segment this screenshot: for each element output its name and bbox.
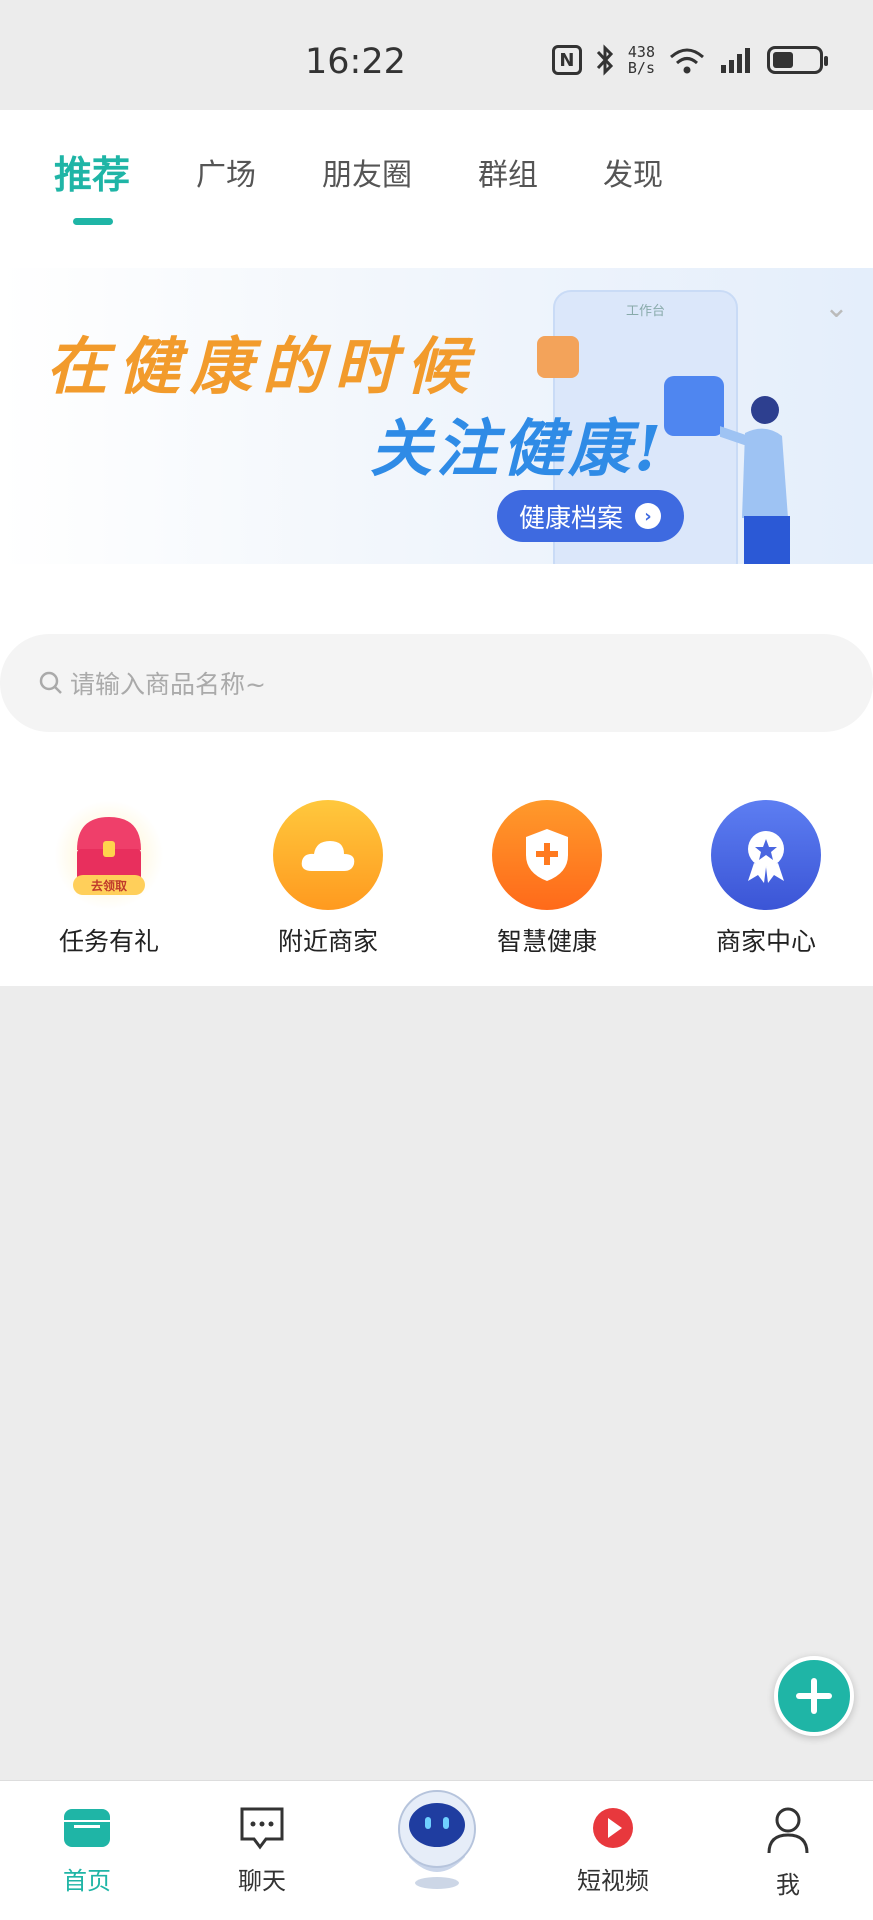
status-bar: 16:22 N 438 B/s bbox=[0, 0, 873, 110]
nfc-icon: N bbox=[551, 45, 582, 75]
chat-icon bbox=[240, 1807, 284, 1850]
quick-action-label: 智慧健康 bbox=[496, 927, 597, 956]
tab-groups[interactable]: 群组 bbox=[478, 150, 538, 194]
nav-me[interactable]: 我 bbox=[728, 1805, 848, 1900]
play-icon bbox=[593, 1808, 633, 1848]
quick-action-merchant-center[interactable]: 商家中心 bbox=[681, 800, 851, 958]
quick-action-label: 商家中心 bbox=[715, 927, 816, 956]
battery-icon bbox=[767, 46, 828, 74]
bottom-navigation: 首页 聊天 短视频 我 bbox=[0, 1780, 873, 1920]
search-icon bbox=[39, 671, 62, 694]
health-record-button[interactable]: 健康档案 › bbox=[497, 490, 684, 542]
quick-action-smart-health[interactable]: 智慧健康 bbox=[462, 800, 632, 958]
wifi-icon bbox=[670, 48, 704, 74]
nav-me-label: 我 bbox=[776, 1871, 800, 1899]
status-time: 16:22 bbox=[305, 42, 406, 82]
user-icon bbox=[767, 1807, 809, 1854]
product-search[interactable]: 请输入商品名称~ bbox=[0, 634, 873, 732]
person-illustration bbox=[720, 396, 790, 564]
cloud-icon bbox=[273, 800, 383, 910]
nav-chat-label: 聊天 bbox=[238, 1867, 286, 1895]
tab-square[interactable]: 广场 bbox=[196, 150, 256, 194]
shield-plus-icon bbox=[492, 800, 602, 910]
nav-home[interactable]: 首页 bbox=[27, 1805, 147, 1896]
award-badge-icon bbox=[711, 800, 821, 910]
plus-icon bbox=[796, 1678, 832, 1714]
chevron-down-icon[interactable]: ⌄ bbox=[824, 290, 849, 325]
nav-home-label: 首页 bbox=[63, 1867, 111, 1895]
health-banner[interactable]: 工作台 在健康的时候 关注健康! 健康档案 › ⌄ bbox=[0, 268, 873, 564]
nav-short-video[interactable]: 短视频 bbox=[553, 1805, 673, 1896]
decor-square-blue bbox=[664, 376, 724, 436]
tab-discover[interactable]: 发现 bbox=[603, 150, 663, 194]
nav-chat[interactable]: 聊天 bbox=[202, 1805, 322, 1896]
health-record-label: 健康档案 bbox=[519, 503, 624, 534]
home-icon bbox=[64, 1809, 110, 1847]
quick-action-task-rewards[interactable]: 去领取 任务有礼 bbox=[24, 800, 194, 958]
tab-recommend[interactable]: 推荐 bbox=[54, 144, 130, 199]
quick-action-label: 附近商家 bbox=[277, 927, 378, 956]
chevron-right-icon: › bbox=[635, 503, 662, 529]
phone-caption: 工作台 bbox=[625, 304, 665, 319]
network-speed-value: 438 bbox=[627, 43, 655, 61]
add-button[interactable] bbox=[774, 1656, 854, 1736]
robot-icon bbox=[398, 1790, 476, 1889]
active-tab-indicator bbox=[73, 218, 113, 225]
search-input[interactable]: 请输入商品名称~ bbox=[70, 665, 266, 701]
cellular-signal-icon bbox=[721, 48, 750, 73]
decor-square-orange bbox=[537, 336, 579, 378]
treasure-chest-icon: 去领取 bbox=[54, 800, 164, 910]
network-speed-unit: B/s bbox=[627, 59, 655, 77]
quick-actions: 去领取 任务有礼 附近商家 智慧健康 商家中心 bbox=[0, 800, 873, 960]
banner-headline: 在健康的时候 bbox=[46, 330, 479, 403]
task-reward-badge: 去领取 bbox=[91, 878, 127, 893]
nav-assistant[interactable] bbox=[377, 1787, 497, 1895]
quick-action-nearby-merchants[interactable]: 附近商家 bbox=[243, 800, 413, 958]
network-speed: 438 B/s bbox=[628, 44, 655, 76]
status-icons: N 438 B/s bbox=[551, 44, 828, 76]
banner-subheadline: 关注健康! bbox=[370, 412, 666, 485]
quick-action-label: 任务有礼 bbox=[58, 927, 159, 956]
bluetooth-icon bbox=[596, 44, 613, 76]
tab-moments[interactable]: 朋友圈 bbox=[322, 150, 412, 194]
nav-short-video-label: 短视频 bbox=[577, 1867, 649, 1895]
top-tabs: 推荐 广场 朋友圈 群组 发现 bbox=[0, 140, 873, 220]
